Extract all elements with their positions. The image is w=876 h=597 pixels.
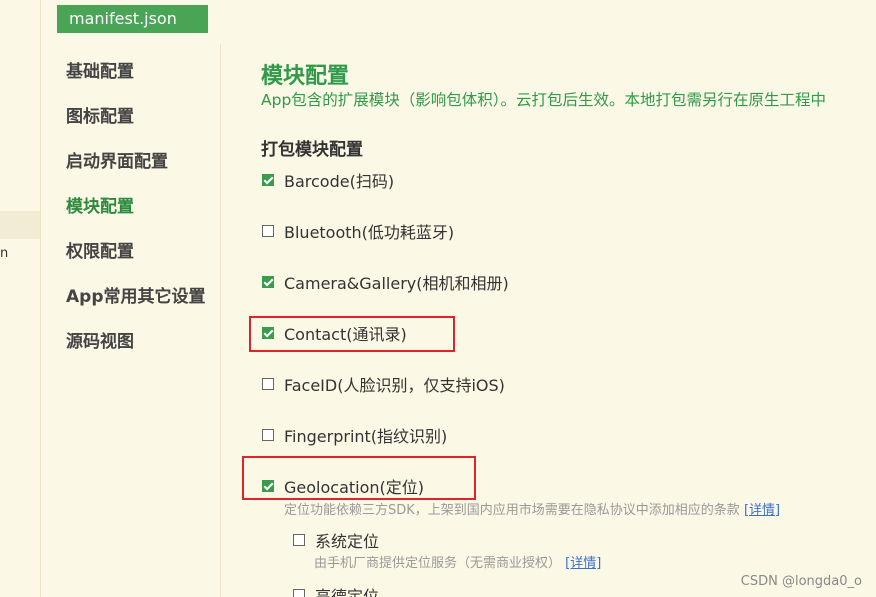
checkbox-unchecked[interactable]	[293, 534, 305, 546]
checkbox-unchecked[interactable]	[262, 378, 274, 390]
checkbox-checked[interactable]	[262, 174, 274, 186]
module-label: Bluetooth(低功耗蓝牙)	[284, 223, 455, 242]
editor-tab-manifest[interactable]: manifest.json	[57, 5, 208, 33]
checkbox-unchecked[interactable]	[262, 225, 274, 237]
left-panel-selected-row[interactable]	[0, 211, 40, 239]
nav-item-modules[interactable]: 模块配置	[66, 192, 134, 217]
watermark: CSDN @longda0_o	[740, 574, 862, 589]
sub-option-amap-location[interactable]: 高德定位	[293, 583, 379, 597]
highlight-box-contact	[249, 316, 455, 352]
module-label: Camera&Gallery(相机和相册)	[284, 274, 509, 293]
settings-sidebar: 基础配置 图标配置 启动界面配置 模块配置 权限配置 App常用其它设置 源码视…	[41, 44, 221, 597]
module-label: Fingerprint(指纹识别)	[284, 427, 448, 446]
sub-option-system-location[interactable]: 系统定位	[293, 528, 379, 552]
nav-item-basic[interactable]: 基础配置	[66, 57, 134, 82]
sub-option-label: 高德定位	[315, 587, 380, 597]
highlight-box-geolocation	[242, 456, 476, 500]
left-panel-text-fragment: n	[0, 246, 9, 261]
module-option-camera-gallery[interactable]: Camera&Gallery(相机和相册)	[262, 271, 509, 293]
page-subtitle: App包含的扩展模块（影响包体积）。云打包后生效。本地打包需另行在原生工程中	[261, 91, 827, 109]
module-label: Barcode(扫码)	[284, 172, 395, 191]
section-title: 打包模块配置	[261, 140, 363, 160]
module-option-bluetooth[interactable]: Bluetooth(低功耗蓝牙)	[262, 220, 454, 242]
geolocation-note-text: 定位功能依赖三方SDK，上架到国内应用市场需要在隐私协议中添加相应的条款	[284, 503, 740, 518]
module-option-fingerprint[interactable]: Fingerprint(指纹识别)	[262, 424, 447, 446]
sub-option-label: 系统定位	[315, 532, 380, 551]
checkbox-unchecked[interactable]	[293, 589, 305, 597]
nav-item-permissions[interactable]: 权限配置	[66, 237, 134, 262]
nav-item-app-other-settings[interactable]: App常用其它设置	[66, 282, 206, 307]
system-location-note: 由手机厂商提供定位服务（无需商业授权） [详情]	[314, 552, 601, 571]
module-label: FaceID(人脸识别，仅支持iOS)	[284, 376, 505, 395]
checkbox-checked[interactable]	[262, 276, 274, 288]
left-panel-strip: n	[0, 0, 41, 597]
module-option-faceid[interactable]: FaceID(人脸识别，仅支持iOS)	[262, 373, 505, 395]
details-link[interactable]: [详情]	[744, 503, 780, 518]
nav-item-source-view[interactable]: 源码视图	[66, 327, 134, 352]
nav-item-splash[interactable]: 启动界面配置	[66, 147, 168, 172]
page-title: 模块配置	[261, 64, 350, 89]
checkbox-unchecked[interactable]	[262, 429, 274, 441]
nav-item-icons[interactable]: 图标配置	[66, 102, 134, 127]
module-option-barcode[interactable]: Barcode(扫码)	[262, 169, 394, 191]
geolocation-note: 定位功能依赖三方SDK，上架到国内应用市场需要在隐私协议中添加相应的条款 [详情…	[284, 499, 780, 518]
details-link[interactable]: [详情]	[565, 556, 601, 571]
system-location-note-text: 由手机厂商提供定位服务（无需商业授权）	[314, 556, 562, 571]
module-config-panel: 模块配置 App包含的扩展模块（影响包体积）。云打包后生效。本地打包需另行在原生…	[221, 44, 876, 597]
